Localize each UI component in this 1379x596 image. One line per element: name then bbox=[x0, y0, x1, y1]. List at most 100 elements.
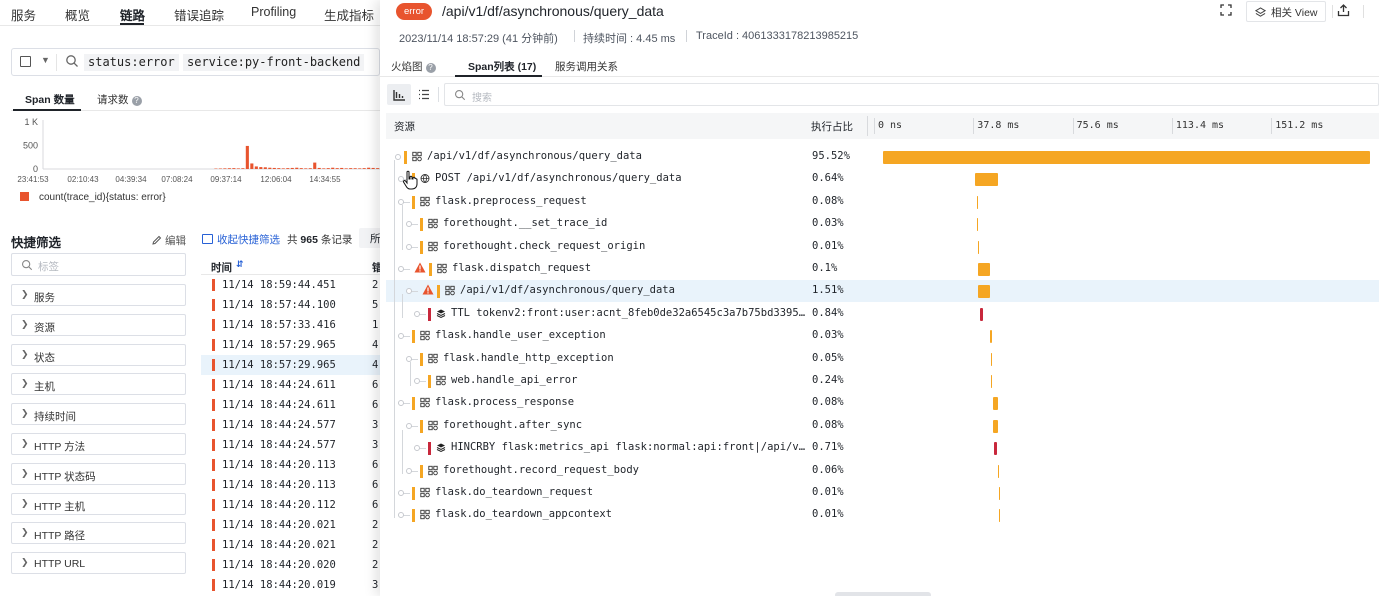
filter-chip-status[interactable]: status:error bbox=[84, 54, 179, 71]
span-duration-bar[interactable] bbox=[978, 285, 990, 299]
span-duration-bar[interactable] bbox=[974, 173, 998, 187]
tree-node-toggle[interactable] bbox=[406, 243, 412, 250]
span-row[interactable]: flask.dispatch_request 0.1% bbox=[386, 258, 1379, 280]
span-row[interactable]: flask.do_teardown_request 0.01% bbox=[386, 482, 1379, 504]
table-row[interactable]: 11/14 18:44:20.113 6 bbox=[201, 455, 380, 475]
help-icon[interactable]: ? bbox=[425, 63, 436, 73]
span-row[interactable]: forethought.__set_trace_id 0.03% bbox=[386, 213, 1379, 235]
histogram-bar[interactable] bbox=[344, 168, 348, 169]
span-row[interactable]: flask.do_teardown_appcontext 0.01% bbox=[386, 504, 1379, 526]
tree-node-toggle[interactable] bbox=[414, 310, 420, 317]
span-row[interactable]: TTL tokenv2:front:user:acnt_8feb0de32a65… bbox=[386, 303, 1379, 325]
facet-item[interactable]: ❯ HTTP 方法 bbox=[11, 433, 186, 455]
span-duration-bar[interactable] bbox=[977, 218, 979, 232]
histogram-bar[interactable] bbox=[250, 163, 254, 169]
span-row[interactable]: flask.handle_user_exception 0.03% bbox=[386, 325, 1379, 347]
tree-node-toggle[interactable] bbox=[406, 422, 412, 429]
facet-item[interactable]: ❯ 状态 bbox=[11, 343, 186, 366]
facet-item[interactable]: ❯ 主机 bbox=[11, 373, 186, 396]
histogram-bar[interactable] bbox=[232, 168, 236, 169]
span-row[interactable]: /api/v1/df/asynchronous/query_data 95.52% bbox=[386, 146, 1379, 168]
tree-node-toggle[interactable] bbox=[406, 221, 412, 228]
span-row[interactable]: /api/v1/df/asynchronous/query_data 1.51% bbox=[386, 280, 1379, 303]
tab-request-count[interactable]: 请求数? bbox=[97, 92, 142, 107]
histogram-bar[interactable] bbox=[335, 168, 339, 169]
trace-id[interactable]: TraceId : 4061333178213985215 bbox=[696, 30, 858, 42]
span-duration-bar[interactable] bbox=[977, 195, 979, 209]
query-mode-icon[interactable] bbox=[20, 56, 31, 67]
collapse-quick-filter-button[interactable]: 收起快捷筛选 bbox=[202, 232, 280, 247]
span-duration-bar[interactable] bbox=[990, 352, 992, 366]
span-row[interactable]: HINCRBY flask:metrics_api flask:normal:a… bbox=[386, 437, 1379, 459]
tab-span-list[interactable]: Span列表 (17) bbox=[468, 59, 536, 74]
histogram-bar[interactable] bbox=[322, 168, 326, 169]
table-row[interactable]: 11/14 18:44:24.577 3 bbox=[201, 415, 380, 435]
table-row[interactable]: 11/14 18:57:29.965 4 bbox=[201, 335, 380, 355]
histogram-bar[interactable] bbox=[295, 167, 299, 169]
filter-chip-service[interactable]: service:py-front-backend bbox=[183, 54, 365, 71]
histogram-bar[interactable] bbox=[259, 167, 263, 169]
histogram-bar[interactable] bbox=[277, 168, 281, 169]
table-row[interactable]: 11/14 18:44:24.611 6 bbox=[201, 375, 380, 395]
facet-item[interactable]: ❯ HTTP 主机 bbox=[11, 492, 186, 515]
histogram-bar[interactable] bbox=[331, 167, 335, 169]
histogram-bar[interactable] bbox=[290, 167, 294, 169]
sort-desc-icon[interactable]: ⇵ bbox=[236, 259, 244, 270]
tree-node-toggle[interactable] bbox=[406, 355, 412, 362]
fullscreen-icon[interactable] bbox=[1220, 4, 1232, 24]
span-row[interactable]: flask.preprocess_request 0.08% bbox=[386, 191, 1379, 213]
span-duration-bar[interactable] bbox=[998, 487, 1000, 500]
span-duration-bar[interactable] bbox=[977, 240, 979, 254]
waterfall-view-button[interactable] bbox=[387, 84, 411, 105]
histogram-bar[interactable] bbox=[241, 168, 245, 169]
tree-node-toggle[interactable] bbox=[398, 490, 404, 496]
tree-node-toggle[interactable] bbox=[406, 467, 412, 474]
share-icon[interactable] bbox=[1337, 4, 1350, 24]
span-duration-bar[interactable] bbox=[993, 419, 998, 433]
span-row[interactable]: web.handle_api_error 0.24% bbox=[386, 370, 1379, 392]
span-duration-bar[interactable] bbox=[993, 442, 998, 456]
facet-item[interactable]: ❯ 资源 bbox=[11, 313, 186, 336]
histogram-bar[interactable] bbox=[308, 168, 312, 169]
span-duration-bar[interactable] bbox=[998, 464, 1000, 478]
table-row[interactable]: 11/14 18:44:24.611 6 bbox=[201, 395, 380, 415]
nav-services[interactable]: 服务 bbox=[11, 5, 36, 24]
span-duration-bar[interactable] bbox=[993, 397, 998, 411]
list-view-button[interactable] bbox=[412, 84, 436, 105]
table-row[interactable]: 11/14 18:59:44.451 2 bbox=[201, 275, 380, 295]
col-error[interactable]: 错 bbox=[372, 260, 380, 275]
query-bar[interactable]: ▼ status:error service:py-front-backend bbox=[11, 48, 380, 76]
nav-profiling[interactable]: Profiling bbox=[251, 5, 296, 19]
columns-button[interactable]: 所 bbox=[359, 228, 380, 248]
span-duration-bar[interactable] bbox=[991, 375, 993, 388]
related-view-button[interactable]: 相关 View bbox=[1246, 1, 1326, 22]
histogram-bar[interactable] bbox=[286, 168, 290, 169]
chevron-down-icon[interactable]: ▼ bbox=[41, 55, 50, 65]
nav-generate-metrics[interactable]: 生成指标 bbox=[324, 5, 374, 24]
facet-item[interactable]: ❯ HTTP URL bbox=[11, 552, 186, 575]
table-row[interactable]: 11/14 18:44:20.020 2 bbox=[201, 555, 380, 575]
tree-node-toggle[interactable] bbox=[398, 333, 404, 340]
span-row[interactable]: forethought.record_request_body 0.06% bbox=[386, 460, 1379, 482]
table-row[interactable]: 11/14 18:44:20.021 2 bbox=[201, 515, 380, 535]
histogram-bar[interactable] bbox=[353, 168, 357, 169]
table-row[interactable]: 11/14 18:44:20.021 2 bbox=[201, 535, 380, 555]
nav-overview[interactable]: 概览 bbox=[65, 5, 90, 24]
span-row[interactable]: flask.process_response 0.08% bbox=[386, 392, 1379, 414]
histogram-bar[interactable] bbox=[376, 168, 380, 169]
table-row[interactable]: 11/14 18:57:44.100 5 bbox=[201, 295, 380, 315]
histogram-bar[interactable] bbox=[272, 167, 276, 169]
span-row[interactable]: forethought.after_sync 0.08% bbox=[386, 415, 1379, 437]
span-duration-bar[interactable] bbox=[999, 509, 1001, 523]
histogram-bar[interactable] bbox=[313, 162, 317, 169]
span-duration-bar[interactable] bbox=[883, 151, 1371, 164]
facet-item[interactable]: ❯ HTTP 路径 bbox=[11, 522, 186, 545]
histogram-bar[interactable] bbox=[268, 167, 272, 169]
span-row[interactable]: forethought.check_request_origin 0.01% bbox=[386, 236, 1379, 258]
span-search-input[interactable]: 搜索 bbox=[444, 83, 1379, 106]
facet-item[interactable]: ❯ 服务 bbox=[11, 284, 186, 306]
histogram-bar[interactable] bbox=[227, 168, 231, 169]
table-row[interactable]: 11/14 18:57:33.416 1 bbox=[201, 315, 380, 335]
nav-traces[interactable]: 链路 bbox=[120, 5, 145, 24]
span-duration-bar[interactable] bbox=[990, 330, 992, 344]
